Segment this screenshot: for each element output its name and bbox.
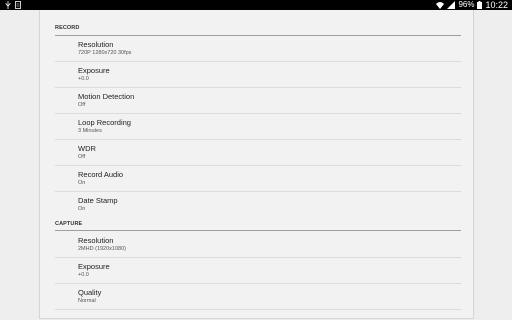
item-summary: 2MHD (1920x1080) <box>78 246 126 252</box>
item-title: Loop Recording <box>78 118 131 127</box>
item-title: Record Audio <box>78 170 124 179</box>
record-header-rule <box>55 35 461 36</box>
record-header-label: RECORD <box>55 25 80 31</box>
settings-panel: RECORD Resolution 720P 1280x720 30fps Ex… <box>39 10 474 319</box>
divider <box>55 165 461 166</box>
divider <box>55 191 461 192</box>
divider <box>55 61 461 62</box>
item-title: Date Stamp <box>78 196 118 205</box>
item-title: Resolution <box>78 236 114 245</box>
status-bar: 96% 10:22 <box>0 0 512 10</box>
divider <box>55 309 461 310</box>
item-title: Exposure <box>78 262 110 271</box>
divider <box>55 257 461 258</box>
item-summary: 3 Minutes <box>78 128 102 134</box>
signal-icon <box>447 1 456 9</box>
clock: 10:22 <box>485 0 508 10</box>
item-summary: On <box>78 180 86 186</box>
item-summary: +0.0 <box>78 272 89 278</box>
divider <box>55 87 461 88</box>
item-summary: Normal <box>78 298 96 304</box>
battery-percent: 96% <box>458 0 475 9</box>
item-title: Quality <box>78 288 102 297</box>
usb-icon <box>5 1 11 9</box>
notification-icon <box>15 1 21 9</box>
item-summary: Off <box>78 154 86 160</box>
capture-header-label: CAPTURE <box>55 221 83 227</box>
item-title: WDR <box>78 144 96 153</box>
capture-header-rule <box>55 230 461 231</box>
item-title: Exposure <box>78 66 110 75</box>
divider <box>55 283 461 284</box>
wifi-icon <box>436 1 445 9</box>
divider <box>55 113 461 114</box>
item-summary: +0.0 <box>78 76 89 82</box>
battery-icon <box>477 1 483 9</box>
item-summary: 720P 1280x720 30fps <box>78 50 132 56</box>
item-summary: On <box>78 206 86 212</box>
item-title: Resolution <box>78 40 114 49</box>
item-title: Motion Detection <box>78 92 135 101</box>
item-summary: Off <box>78 102 86 108</box>
divider <box>55 139 461 140</box>
